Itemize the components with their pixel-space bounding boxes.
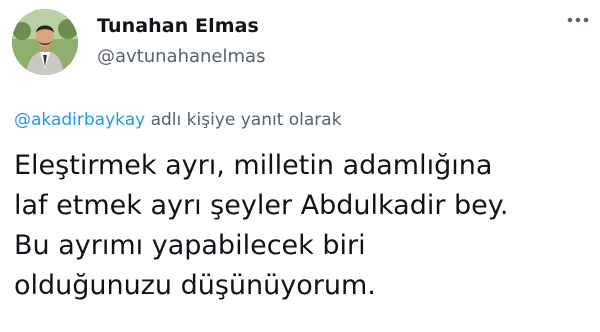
more-options-icon[interactable] <box>565 12 591 28</box>
avatar[interactable] <box>12 9 78 75</box>
avatar-photo <box>12 9 78 75</box>
tweet-text-line: Eleştirmek ayrı, milletin adamlığına <box>14 150 493 181</box>
tweet-text-line: laf etmek ayrı şeyler Abdulkadir bey. <box>14 190 509 221</box>
tweet: Tunahan Elmas @avtunahanelmas @akadirbay… <box>0 0 600 332</box>
user-handle[interactable]: @avtunahanelmas <box>97 46 265 67</box>
tweet-text: Eleştirmek ayrı, milletin adamlığına laf… <box>14 146 594 306</box>
tweet-text-line: Bu ayrımı yapabilecek biri <box>14 230 366 261</box>
reply-context-text: adlı kişiye yanıt olarak <box>150 110 342 130</box>
tweet-text-line: olduğunuzu düşünüyorum. <box>14 270 376 301</box>
display-name[interactable]: Tunahan Elmas <box>97 15 259 37</box>
reply-context: @akadirbaykay adlı kişiye yanıt olarak <box>14 110 342 130</box>
reply-mention-link[interactable]: @akadirbaykay <box>14 110 145 130</box>
